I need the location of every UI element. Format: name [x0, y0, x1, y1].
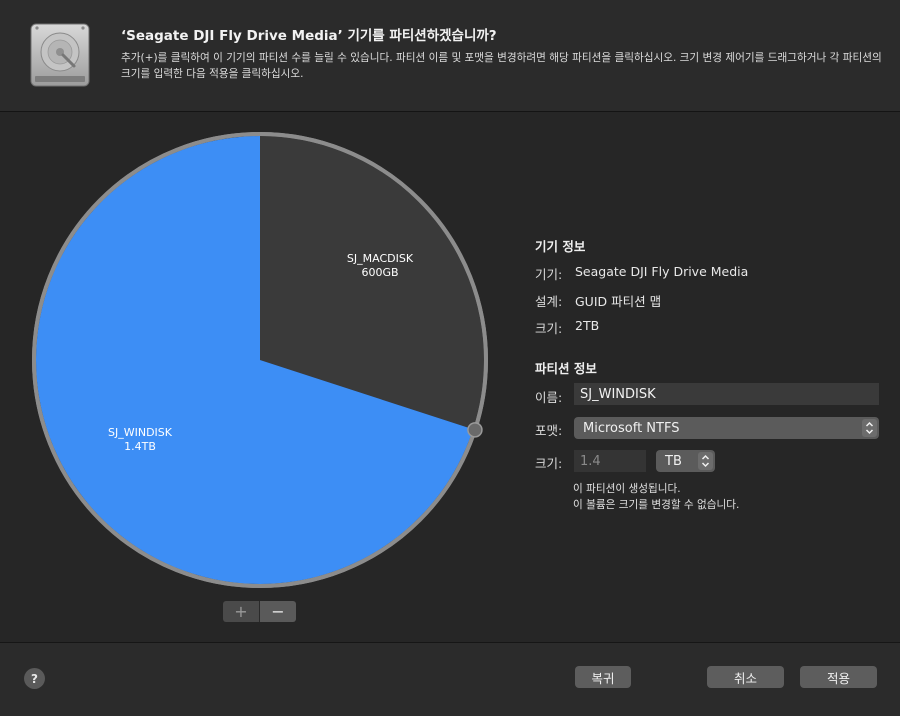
hard-drive-icon	[30, 23, 90, 87]
help-button[interactable]: ?	[24, 668, 45, 689]
apply-button[interactable]: 적용	[800, 666, 877, 688]
scheme-label: 설계:	[535, 294, 563, 309]
dialog-title: ‘Seagate DJI Fly Drive Media’ 기기를 파티션하겠습…	[121, 28, 497, 44]
pie-label-windisk: SJ_WINDISK 1.4TB	[90, 426, 190, 454]
partition-size: 1.4TB	[124, 440, 156, 453]
pie-label-macdisk: SJ_MACDISK 600GB	[330, 252, 430, 280]
device-info-title: 기기 정보	[535, 239, 586, 254]
partition-panel: SJ_MACDISK 600GB SJ_WINDISK 1.4TB + − 기기…	[0, 112, 900, 642]
dialog-description: 추가(+)를 클릭하여 이 기기의 파티션 수를 늘릴 수 있습니다. 파티션 …	[121, 52, 882, 80]
revert-button[interactable]: 복귀	[575, 666, 631, 688]
partition-size: 600GB	[361, 266, 399, 279]
device-value: Seagate DJI Fly Drive Media	[575, 264, 749, 279]
chevron-up-down-icon	[698, 452, 713, 470]
partition-pie-chart[interactable]	[26, 126, 494, 594]
partition-name: SJ_WINDISK	[108, 426, 172, 439]
partition-size-input[interactable]	[574, 450, 646, 472]
partition-note-resize: 이 볼륨은 크기를 변경할 수 없습니다.	[573, 499, 740, 511]
device-size-label: 크기:	[535, 321, 563, 336]
cancel-button[interactable]: 취소	[707, 666, 784, 688]
scheme-value: GUID 파티션 맵	[575, 294, 662, 309]
remove-partition-button[interactable]: −	[259, 601, 296, 622]
chevron-up-down-icon	[862, 419, 877, 437]
size-unit-popup[interactable]: TB	[656, 450, 715, 472]
device-size-value: 2TB	[575, 318, 600, 333]
format-label: 포맷:	[535, 423, 563, 438]
resize-handle[interactable]	[467, 422, 483, 438]
partition-note-created: 이 파티션이 생성됩니다.	[573, 483, 681, 495]
device-label: 기기:	[535, 267, 563, 282]
partition-info-title: 파티션 정보	[535, 361, 597, 376]
format-value: Microsoft NTFS	[583, 420, 680, 436]
partition-name-label: 이름:	[535, 390, 563, 405]
partition-name-input[interactable]	[574, 383, 879, 405]
format-popup[interactable]: Microsoft NTFS	[574, 417, 879, 439]
add-remove-partition-control: + −	[223, 601, 296, 622]
partition-name: SJ_MACDISK	[346, 252, 414, 265]
dialog-footer: ? 복귀 취소 적용	[0, 642, 900, 716]
size-unit-value: TB	[665, 453, 682, 469]
partition-size-label: 크기:	[535, 456, 563, 471]
dialog-header: ‘Seagate DJI Fly Drive Media’ 기기를 파티션하겠습…	[0, 0, 900, 112]
add-partition-button[interactable]: +	[223, 601, 259, 622]
